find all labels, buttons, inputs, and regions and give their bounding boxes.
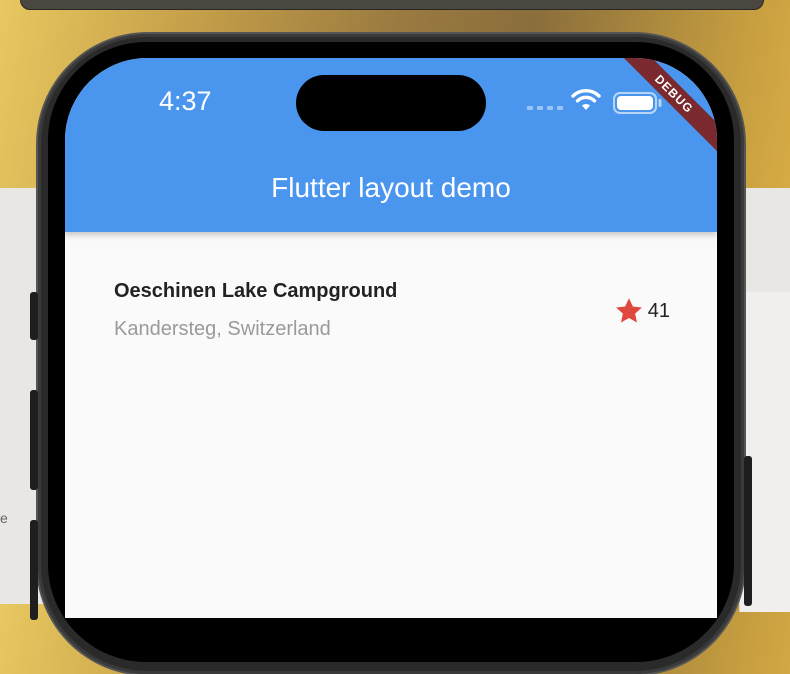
star-icon[interactable] — [614, 296, 644, 326]
battery-icon — [613, 92, 662, 114]
place-location: Kandersteg, Switzerland — [114, 318, 331, 340]
rating-count: 41 — [647, 299, 670, 322]
side-button-volume-down — [30, 520, 38, 620]
desktop-edge-text: e — [0, 510, 8, 526]
desktop-window-edge — [20, 0, 764, 10]
side-button-power — [744, 456, 752, 606]
signal-icon — [527, 106, 563, 110]
rating[interactable]: 41 — [614, 296, 670, 326]
dynamic-island — [296, 75, 486, 131]
app-bar: 4:37 DEBUG Flutter layout demo — [65, 58, 717, 232]
side-button-volume-up — [30, 390, 38, 490]
place-name: Oeschinen Lake Campground — [114, 280, 398, 302]
title-section: Oeschinen Lake Campground Kandersteg, Sw… — [114, 280, 670, 350]
wifi-icon — [571, 89, 601, 110]
side-button-silent — [30, 292, 38, 340]
app-screen: 4:37 DEBUG Flutter layout demo Oeschinen… — [65, 58, 717, 618]
app-title: Flutter layout demo — [271, 172, 511, 203]
status-time: 4:37 — [159, 86, 212, 116]
